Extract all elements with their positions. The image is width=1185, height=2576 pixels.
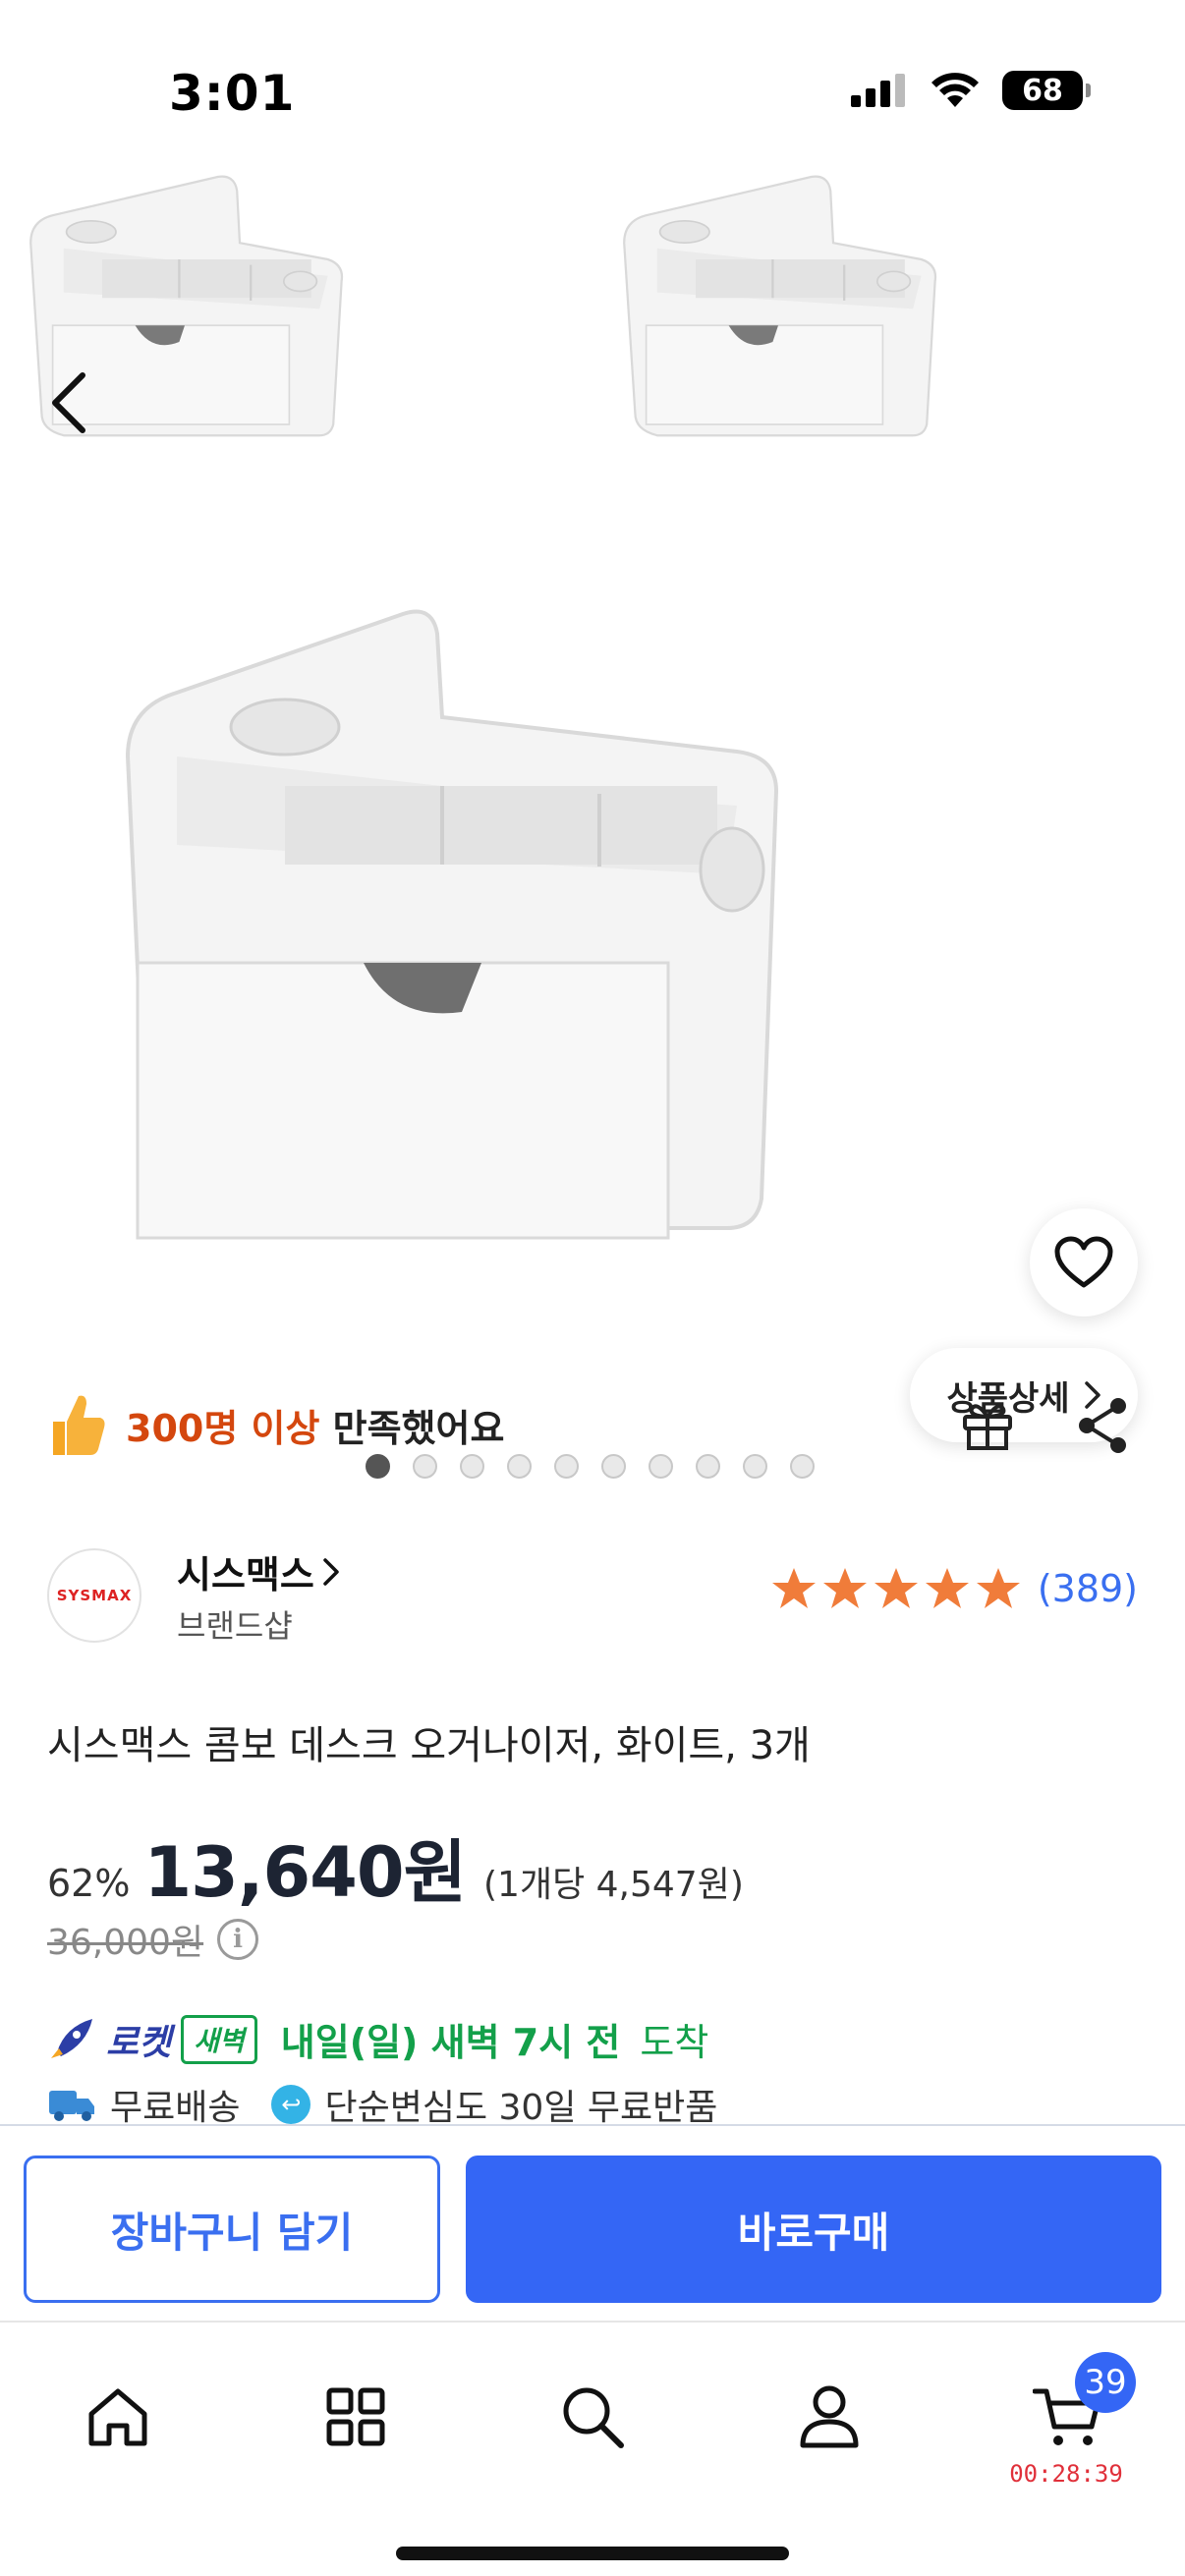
add-to-cart-button[interactable]: 장바구니 담기 — [24, 2156, 440, 2303]
profile-icon — [800, 2385, 859, 2448]
heart-icon — [1054, 1236, 1113, 1288]
product-image — [29, 175, 937, 1240]
tab-category[interactable] — [307, 2368, 405, 2466]
review-count[interactable]: (389) — [1038, 1567, 1138, 1610]
unit-price: (1개당 4,547원) — [483, 1865, 744, 1905]
brand-shop-label: 브랜드샵 — [177, 1607, 293, 1645]
home-icon — [88, 2388, 147, 2446]
star-icon — [874, 1568, 918, 1608]
signal-icon — [851, 74, 905, 107]
rocket-delivery-row: 로켓 새벽 내일(일) 새벽 7시 전 도착 — [47, 2012, 708, 2066]
brand-name: 시스맥스 — [177, 1553, 314, 1596]
price-row: 62% 13,640원 (1개당 4,547원) — [47, 1818, 744, 1917]
cart-count-badge: 39 — [1075, 2352, 1136, 2413]
star-icon — [771, 1568, 816, 1608]
tab-search[interactable] — [543, 2368, 642, 2466]
share-button[interactable] — [1069, 1391, 1138, 1460]
tab-home[interactable] — [69, 2368, 167, 2466]
wifi-icon — [931, 73, 979, 107]
free-shipping-label: 무료배송 — [110, 2088, 241, 2128]
star-icon — [822, 1568, 867, 1608]
rating[interactable]: (389) — [770, 1566, 1138, 1611]
gift-button[interactable] — [953, 1391, 1022, 1460]
sale-price: 13,640원 — [143, 1832, 467, 1913]
original-price: 36,000원 — [47, 1923, 204, 1963]
star-icon — [976, 1568, 1020, 1608]
brand-name-link[interactable]: 시스맥스 — [177, 1544, 340, 1598]
bottom-tab-bar: 39 00:28:39 — [0, 2321, 1185, 2576]
original-price-row: 36,000원 i — [47, 1914, 259, 1965]
truck-icon — [49, 2091, 94, 2121]
home-indicator — [396, 2547, 789, 2560]
tab-my-page[interactable] — [780, 2368, 878, 2466]
shipping-info-row: 무료배송 ↩ 단순변심도 30일 무료반품 — [47, 2081, 717, 2128]
satisfaction-row: 300명 이상 만족했어요 — [47, 1385, 1138, 1464]
chevron-right-icon — [323, 1557, 339, 1586]
arrival-time: 내일(일) 새벽 7시 전 — [280, 2021, 621, 2064]
search-icon — [563, 2387, 624, 2448]
chevron-left-icon — [52, 372, 85, 433]
purchase-action-bar: 장바구니 담기 바로구매 — [0, 2124, 1185, 2321]
gift-icon — [963, 1404, 1012, 1450]
satisfaction-count: 300명 이상 — [126, 1406, 320, 1450]
thumbs-up-icon — [53, 1395, 105, 1455]
back-button[interactable] — [39, 364, 98, 442]
status-time: 3:01 — [169, 65, 296, 122]
arrival-label: 도착 — [640, 2021, 709, 2064]
battery-indicator: 68 — [1002, 71, 1091, 110]
product-title: 시스맥스 콤보 데스크 오거나이저, 화이트, 3개 — [47, 1723, 811, 1768]
brand-row: SYSMAX 시스맥스 브랜드샵 (389) — [47, 1544, 1138, 1647]
discount-rate: 62% — [47, 1862, 131, 1905]
free-return-label: 단순변심도 30일 무료반품 — [324, 2088, 718, 2128]
category-icon — [326, 2387, 385, 2446]
star-icon — [925, 1568, 969, 1608]
satisfaction-text: 300명 이상 만족했어요 — [126, 1398, 504, 1452]
return-icon: ↩ — [271, 2085, 311, 2124]
brand-logo[interactable]: SYSMAX — [47, 1548, 141, 1643]
product-image-gallery[interactable]: 상품상세 — [0, 147, 1185, 1479]
cart-timer: 00:28:39 — [1009, 2460, 1123, 2488]
buy-now-button[interactable]: 바로구매 — [466, 2156, 1161, 2303]
status-icons: 68 — [851, 71, 1091, 110]
satisfaction-label: 만족했어요 — [332, 1406, 505, 1450]
rocket-label: 로켓 — [106, 2022, 172, 2063]
wishlist-button[interactable] — [1030, 1208, 1138, 1316]
share-icon — [1079, 1398, 1126, 1453]
dawn-delivery-badge: 새벽 — [181, 2014, 257, 2064]
rating-stars — [770, 1566, 1022, 1611]
info-icon[interactable]: i — [217, 1919, 259, 1960]
rocket-icon — [51, 2018, 92, 2058]
